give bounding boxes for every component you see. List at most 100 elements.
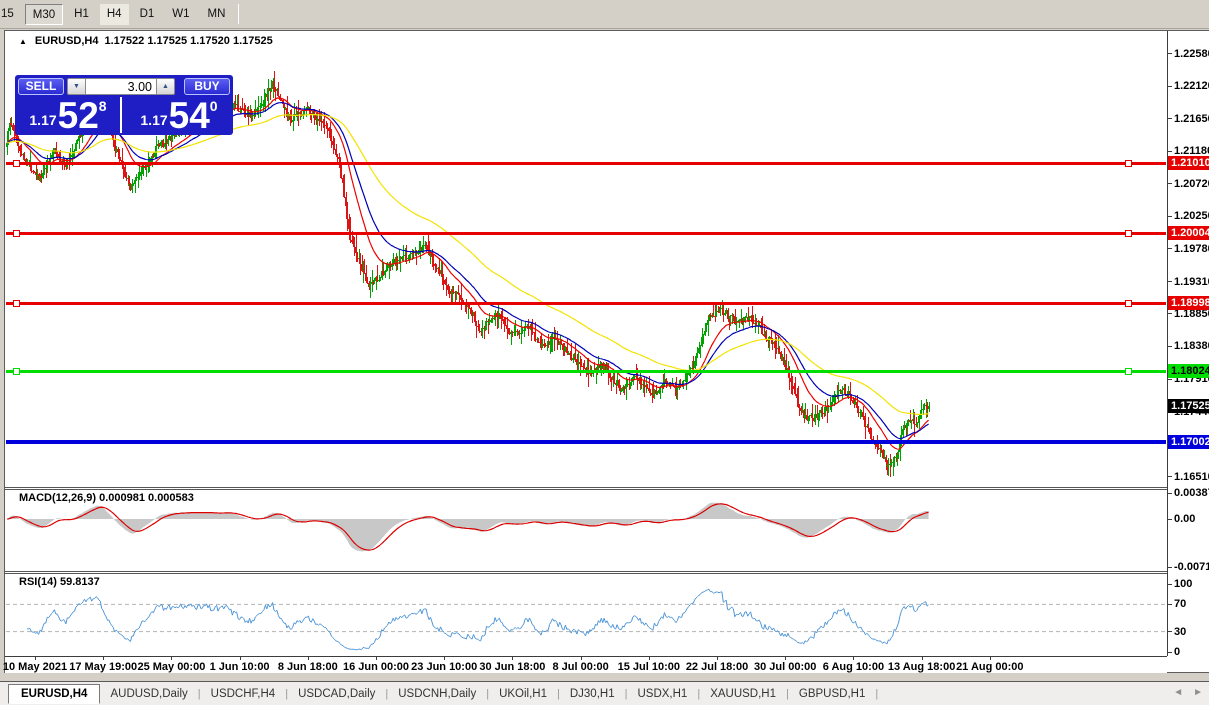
price-axis-tick (1168, 346, 1172, 347)
date-axis-tick (35, 657, 36, 660)
price-axis-label: 100 (1174, 577, 1192, 591)
date-axis-tick (103, 657, 104, 660)
chart-tab-usdchf[interactable]: USDCHF,H4 (201, 684, 286, 704)
price-axis-tick (1168, 53, 1172, 54)
date-axis-label: 13 Aug 18:00 (888, 661, 955, 673)
bid-price-prefix: 1.17 (29, 112, 56, 128)
price-axis-tick (1168, 216, 1172, 217)
date-axis-label: 1 Jun 10:00 (210, 661, 270, 673)
ask-price-display[interactable]: 1.17 54 0 (126, 97, 232, 133)
rsi-canvas[interactable] (6, 575, 1166, 656)
date-axis-tick (922, 657, 923, 660)
bid-price-display[interactable]: 1.17 52 8 (16, 97, 122, 133)
sell-button[interactable]: SELL (18, 78, 64, 95)
toolbar-separator (238, 4, 239, 24)
bottom-strip (0, 673, 1209, 681)
price-axis-label: 1.22580 (1174, 47, 1209, 61)
price-axis-tick (1168, 476, 1172, 477)
main-price-plot[interactable]: ▲ EURUSD,H4 1.17522 1.17525 1.17520 1.17… (5, 31, 1166, 487)
date-axis-tick (853, 657, 854, 660)
volume-increase-button[interactable]: ▲ (156, 78, 175, 95)
date-axis-label: 25 May 00:00 (137, 661, 205, 673)
price-tag: 1.17002 (1168, 435, 1209, 449)
price-axis-tick (1168, 118, 1172, 119)
timeframe-button-h4[interactable]: H4 (100, 4, 129, 25)
price-axis-label: 1.20250 (1174, 209, 1209, 223)
ask-price-prefix: 1.17 (140, 112, 167, 128)
date-axis-label: 16 Jun 00:00 (343, 661, 409, 673)
chart-tab-usdx[interactable]: USDX,H1 (627, 684, 697, 704)
price-axis-label: -0.00719 (1174, 560, 1209, 574)
timeframe-button-h1[interactable]: H1 (67, 4, 96, 25)
tab-separator: | (875, 688, 878, 700)
timeframe-button-d1[interactable]: D1 (133, 4, 162, 25)
ask-price-main: 54 (169, 101, 210, 131)
date-axis-tick (444, 657, 445, 660)
chart-tab-gbpusd[interactable]: GBPUSD,H1 (789, 684, 875, 704)
chart-tab-dj30[interactable]: DJ30,H1 (560, 684, 625, 704)
timeframe-button-mn[interactable]: MN (201, 4, 233, 25)
chart-tab-ukoil[interactable]: UKOil,H1 (489, 684, 557, 704)
date-axis-label: 22 Jul 18:00 (686, 661, 748, 673)
price-axis-tick (1168, 631, 1172, 632)
price-axis-label: 1.19310 (1174, 275, 1209, 289)
mt4-terminal: 15M30H1H4D1W1MN ▲ EURUSD,H4 1.17522 1.17… (0, 0, 1209, 705)
date-axis-tick (240, 657, 241, 660)
price-axis-label: 1.20720 (1174, 177, 1209, 191)
price-axis-tick (1168, 281, 1172, 282)
collapse-triangle-icon[interactable]: ▲ (19, 37, 27, 46)
timeframe-button-w1[interactable]: W1 (165, 4, 196, 25)
date-axis-label: 23 Jun 10:00 (411, 661, 477, 673)
ask-price-pip: 0 (210, 98, 218, 114)
date-axis-label: 17 May 19:00 (69, 661, 137, 673)
price-axis-tick (1168, 151, 1172, 152)
volume-decrease-button[interactable]: ▼ (67, 78, 86, 95)
date-axis-tick (376, 657, 377, 660)
date-axis-tick (717, 657, 718, 660)
price-tag: 1.17525 (1168, 399, 1209, 413)
date-axis-label: 30 Jul 00:00 (754, 661, 816, 673)
chart-tab-usdcad[interactable]: USDCAD,Daily (288, 684, 385, 704)
chart-tab-audusd[interactable]: AUDUSD,Daily (100, 684, 197, 704)
date-axis: 10 May 202117 May 19:0025 May 00:001 Jun… (5, 656, 1167, 674)
tab-scroll-left-icon[interactable]: ◄ (1173, 687, 1183, 698)
price-axis-label: 0.00 (1174, 512, 1195, 526)
date-axis-tick (512, 657, 513, 660)
price-axis-tick (1168, 652, 1172, 653)
timeframe-button-15[interactable]: 15 (0, 4, 21, 25)
price-axis-tick (1168, 86, 1172, 87)
price-tag: 1.18024 (1168, 364, 1209, 378)
timeframe-toolbar: 15M30H1H4D1W1MN (0, 0, 1209, 29)
chart-tab-eurusd[interactable]: EURUSD,H4 (8, 684, 100, 704)
date-axis-label: 6 Aug 10:00 (823, 661, 884, 673)
price-axis-tick (1168, 313, 1172, 314)
volume-input[interactable]: 3.00 (86, 78, 156, 95)
price-axis-label: 1.21650 (1174, 112, 1209, 126)
chart-tab-usdcnh[interactable]: USDCNH,Daily (388, 684, 486, 704)
macd-label: MACD(12,26,9) 0.000981 0.000583 (19, 492, 194, 504)
buy-button[interactable]: BUY (184, 78, 230, 95)
price-axis-tick (1168, 584, 1172, 585)
price-axis-tick (1168, 183, 1172, 184)
rsi-label: RSI(14) 59.8137 (19, 576, 100, 588)
price-axis-tick (1168, 379, 1172, 380)
date-axis-label: 15 Jul 10:00 (618, 661, 680, 673)
one-click-trading-panel: SELL ▼ 3.00 ▲ BUY 1.17 52 8 1.17 54 0 (15, 75, 233, 135)
price-axis-tick (1168, 248, 1172, 249)
date-axis-tick (308, 657, 309, 660)
price-axis-label: 1.22120 (1174, 79, 1209, 93)
price-axis-tick (1168, 519, 1172, 520)
timeframe-button-m30[interactable]: M30 (25, 4, 63, 25)
panel-separator[interactable] (5, 571, 1167, 574)
chart-title: ▲ EURUSD,H4 1.17522 1.17525 1.17520 1.17… (19, 34, 273, 48)
chart-tab-xauusd[interactable]: XAUUSD,H1 (700, 684, 786, 704)
chart-title-ohlc: 1.17522 1.17525 1.17520 1.17525 (105, 35, 273, 47)
price-axis-label: 1.19780 (1174, 242, 1209, 256)
price-axis-label: 30 (1174, 625, 1186, 639)
date-axis-tick (785, 657, 786, 660)
price-axis-label: 70 (1174, 597, 1186, 611)
price-axis-tick (1168, 493, 1172, 494)
date-axis-label: 30 Jun 18:00 (479, 661, 545, 673)
tab-scroll-arrows: ◄ ► (1173, 687, 1203, 698)
tab-scroll-right-icon[interactable]: ► (1193, 687, 1203, 698)
